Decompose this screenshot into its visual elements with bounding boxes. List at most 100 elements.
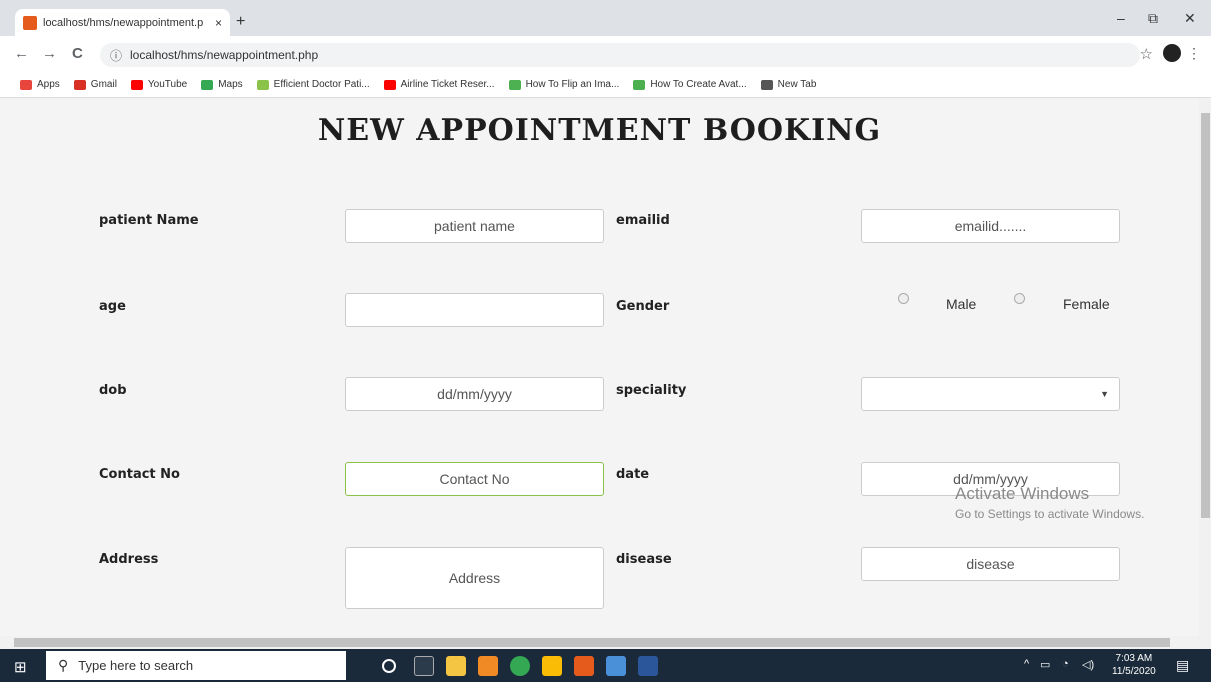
bookmark-favicon-icon	[508, 79, 521, 90]
editor-icon[interactable]	[638, 656, 658, 676]
activate-windows-hint: Go to Settings to activate Windows.	[955, 507, 1145, 521]
cortana-icon[interactable]	[382, 659, 396, 673]
url-text: localhost/hms/newappointment.php	[130, 48, 319, 62]
address-label: Address	[99, 552, 159, 567]
contact-no-label: Contact No	[99, 467, 180, 482]
address-textarea[interactable]: Address	[345, 547, 604, 609]
bookmark-label: How To Flip an Ima...	[525, 79, 620, 90]
horizontal-scrollbar[interactable]	[0, 636, 1199, 649]
email-input[interactable]: emailid.......	[861, 209, 1120, 243]
age-input[interactable]	[345, 293, 604, 327]
bookmark-label: YouTube	[147, 79, 188, 90]
bookmark-item[interactable]: Gmail	[73, 79, 117, 90]
bookmark-label: New Tab	[777, 79, 817, 90]
clock-time: 7:03 AM	[1115, 653, 1153, 664]
notification-icon[interactable]: ▤	[1176, 657, 1189, 674]
vertical-scroll-thumb[interactable]	[1201, 113, 1210, 518]
back-arrow-icon[interactable]: ←	[14, 45, 29, 62]
bookmark-item[interactable]: Efficient Doctor Pati...	[256, 79, 370, 90]
page-content: NEW APPOINTMENT BOOKING patient Name pat…	[0, 99, 1199, 636]
bookmark-item[interactable]: How To Flip an Ima...	[508, 79, 620, 90]
bookmark-label: Apps	[37, 79, 60, 90]
disease-label: disease	[616, 552, 672, 567]
3d-viewer-icon[interactable]	[606, 656, 626, 676]
file-explorer-icon[interactable]	[446, 656, 466, 676]
new-tab-button[interactable]: +	[236, 13, 245, 31]
gender-female-radio[interactable]	[1014, 293, 1025, 304]
tray-chevron-icon[interactable]: ^	[1024, 658, 1029, 670]
windows-taskbar: ⊞ ⚲ Type here to search ^ ▭ ◔ ◁) 7:03 AM…	[0, 649, 1211, 682]
page-title: NEW APPOINTMENT BOOKING	[317, 113, 882, 148]
address-bar-row: ← → C ⓘ localhost/hms/newappointment.php…	[0, 36, 1211, 72]
gender-female-label: Female	[1063, 296, 1110, 312]
bookmark-item[interactable]: How To Create Avat...	[633, 79, 747, 90]
task-view-icon[interactable]	[414, 656, 434, 676]
horizontal-scroll-thumb[interactable]	[14, 638, 1170, 647]
tab-close-icon[interactable]: ×	[215, 16, 222, 30]
close-window-button[interactable]: ✕	[1184, 10, 1196, 27]
vertical-scrollbar[interactable]	[1199, 99, 1211, 636]
taskbar-search-box[interactable]: ⚲ Type here to search	[46, 651, 346, 680]
vlc-icon[interactable]	[478, 656, 498, 676]
bookmark-favicon-icon	[201, 79, 214, 90]
volume-icon[interactable]: ◁)	[1082, 658, 1094, 671]
taskbar-clock[interactable]: 7:03 AM 11/5/2020	[1112, 652, 1156, 678]
bookmark-label: Efficient Doctor Pati...	[273, 79, 370, 90]
url-bar[interactable]: ⓘ localhost/hms/newappointment.php	[100, 43, 1140, 67]
browser-tab-strip: localhost/hms/newappointment.p × + – ⧉ ✕	[0, 0, 1211, 36]
browser-menu-icon[interactable]: ⋮	[1187, 45, 1201, 62]
gender-male-radio[interactable]	[898, 293, 909, 304]
bookmark-label: Maps	[218, 79, 243, 90]
info-icon[interactable]: ⓘ	[110, 47, 122, 64]
bookmark-favicon-icon	[20, 79, 32, 90]
search-icon: ⚲	[58, 657, 69, 673]
bookmark-favicon-icon	[73, 79, 86, 90]
taskbar-search-placeholder: Type here to search	[78, 658, 194, 673]
speciality-select[interactable]: ▼	[861, 377, 1120, 411]
date-label: date	[616, 467, 650, 482]
bookmark-item[interactable]: Airline Ticket Reser...	[383, 79, 495, 90]
gender-label: Gender	[616, 299, 670, 314]
bookmark-item[interactable]: Apps	[20, 79, 60, 90]
wifi-icon[interactable]: ◔	[1062, 658, 1069, 670]
bookmark-favicon-icon	[383, 79, 396, 90]
contact-no-input[interactable]: Contact No	[345, 462, 604, 496]
bookmark-favicon-icon	[633, 79, 646, 90]
bookmarks-bar: Apps Gmail YouTube Maps Efficient Doctor Pat…	[0, 72, 1211, 98]
chrome-icon[interactable]	[510, 656, 530, 676]
age-label: age	[99, 299, 126, 314]
bookmark-label: Gmail	[90, 79, 117, 90]
clock-date: 11/5/2020	[1112, 666, 1156, 677]
gender-male-label: Male	[946, 296, 977, 312]
forward-arrow-icon[interactable]: →	[42, 45, 57, 62]
battery-icon[interactable]: ▭	[1040, 658, 1050, 671]
windows-start-icon[interactable]: ⊞	[14, 658, 27, 676]
bookmark-label: Airline Ticket Reser...	[400, 79, 495, 90]
chevron-down-icon: ▼	[1100, 389, 1109, 399]
bookmark-star-icon[interactable]: ☆	[1140, 45, 1153, 63]
tab-title: localhost/hms/newappointment.p	[43, 16, 204, 29]
xampp-favicon-icon	[23, 15, 37, 30]
profile-avatar[interactable]	[1163, 44, 1181, 62]
dob-input[interactable]: dd/mm/yyyy	[345, 377, 604, 411]
maximize-button[interactable]: ⧉	[1148, 10, 1158, 27]
disease-input[interactable]: disease	[861, 547, 1120, 581]
bookmark-item[interactable]: YouTube	[130, 79, 188, 90]
browser-tab[interactable]: localhost/hms/newappointment.p ×	[15, 9, 230, 36]
bookmark-favicon-icon	[760, 79, 773, 90]
patient-name-input[interactable]: patient name	[345, 209, 604, 243]
bookmark-item[interactable]: Maps	[201, 79, 243, 90]
activate-windows-watermark: Activate Windows	[955, 484, 1090, 503]
patient-name-label: patient Name	[99, 213, 199, 228]
dob-label: dob	[99, 383, 127, 398]
store-icon[interactable]	[542, 656, 562, 676]
speciality-label: speciality	[616, 383, 687, 398]
bookmark-item[interactable]: New Tab	[760, 79, 817, 90]
bookmark-favicon-icon	[256, 79, 269, 90]
bookmark-label: How To Create Avat...	[650, 79, 747, 90]
bookmark-favicon-icon	[130, 79, 143, 90]
minimize-button[interactable]: –	[1117, 10, 1125, 26]
xampp-icon[interactable]	[574, 656, 594, 676]
reload-icon[interactable]: C	[72, 45, 83, 62]
email-label: emailid	[616, 213, 670, 228]
